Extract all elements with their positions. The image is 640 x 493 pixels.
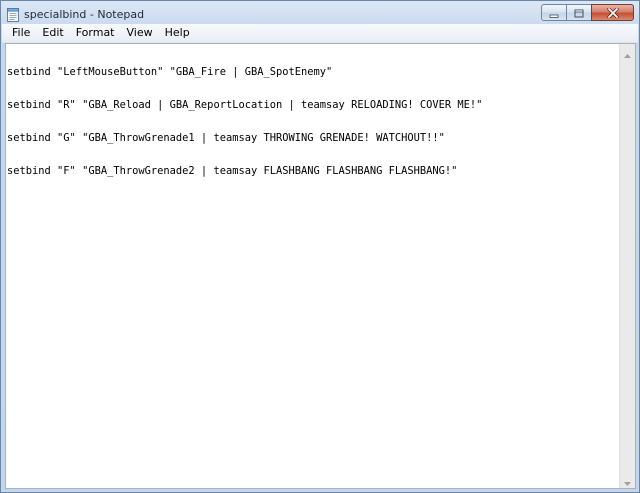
menu-edit[interactable]: Edit — [36, 24, 69, 42]
text-line: setbind "G" "GBA_ThrowGrenade1 | teamsay… — [7, 132, 445, 144]
notepad-window: specialbind - Notepad File Edit Format V… — [0, 0, 640, 493]
close-button[interactable] — [591, 4, 634, 21]
scroll-down-button[interactable] — [620, 472, 635, 488]
text-line: setbind "F" "GBA_ThrowGrenade2 | teamsay… — [7, 165, 458, 177]
menu-view[interactable]: View — [121, 24, 159, 42]
menu-file[interactable]: File — [2, 24, 36, 42]
maximize-icon — [574, 3, 584, 22]
document-text[interactable]: setbind "LeftMouseButton" "GBA_Fire | GB… — [6, 44, 620, 488]
vertical-scrollbar[interactable] — [619, 44, 635, 488]
chevron-down-icon — [624, 471, 631, 489]
minimize-icon — [549, 3, 559, 22]
menu-bar: File Edit Format View Help — [2, 24, 638, 43]
text-line: setbind "R" "GBA_Reload | GBA_ReportLoca… — [7, 99, 483, 111]
close-icon — [606, 3, 619, 22]
menu-format[interactable]: Format — [70, 24, 121, 42]
text-editor[interactable]: setbind "LeftMouseButton" "GBA_Fire | GB… — [5, 43, 636, 489]
chevron-up-icon — [624, 44, 631, 62]
window-title: specialbind - Notepad — [24, 8, 145, 21]
caption-buttons — [541, 4, 634, 23]
notepad-icon[interactable] — [7, 7, 19, 22]
scroll-up-button[interactable] — [620, 44, 635, 60]
maximize-button[interactable] — [566, 4, 592, 21]
text-line: setbind "LeftMouseButton" "GBA_Fire | GB… — [7, 66, 333, 78]
menu-help[interactable]: Help — [159, 24, 196, 42]
minimize-button[interactable] — [541, 4, 567, 21]
